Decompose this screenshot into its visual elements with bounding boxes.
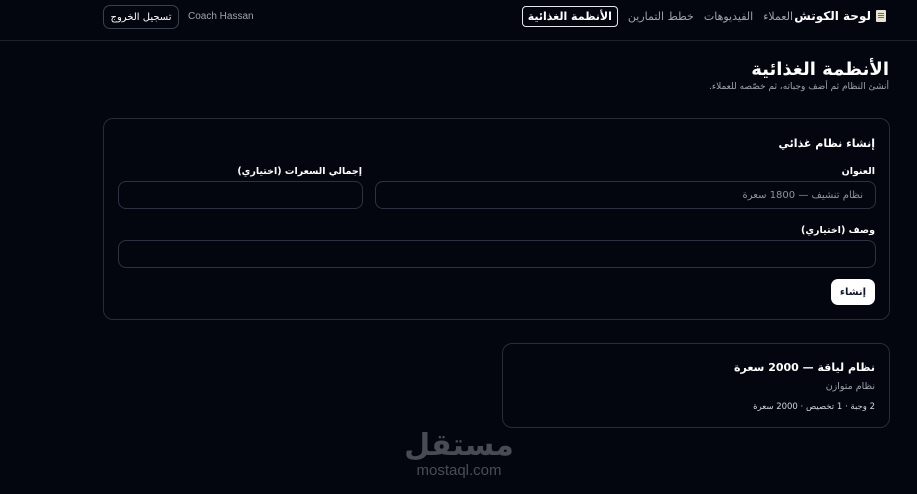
nav-item-workout-plans[interactable]: خطط التمارين [628, 7, 694, 26]
nav-item-diet-plans[interactable]: الأنظمة الغذائية [521, 6, 618, 27]
brand-title: لوحة الكوتش [794, 9, 871, 23]
title-input[interactable] [375, 181, 876, 209]
watermark-latin: mostaql.com [416, 462, 502, 479]
user-name: Coach Hassan [188, 11, 254, 22]
nav-item-clients[interactable]: العملاء [763, 7, 793, 26]
brand[interactable]: لوحة الكوتش [794, 9, 886, 23]
top-navbar: لوحة الكوتش العملاء الفيديوهات خطط التما… [0, 0, 917, 41]
form-heading: إنشاء نظام غذائي [778, 137, 875, 150]
watermark: مستقل mostaql.com [400, 430, 518, 486]
description-input[interactable] [118, 240, 876, 268]
create-diet-plan-card: إنشاء نظام غذائي العنوان إجمالي السعرات … [103, 118, 890, 320]
main-nav: العملاء الفيديوهات خطط التمارين الأنظمة … [521, 6, 793, 27]
page-title: الأنظمة الغذائية [751, 59, 889, 80]
calories-input[interactable] [118, 181, 363, 209]
plan-meta: 2 وجبة · 1 تخصيص · 2000 سعرة [753, 402, 875, 412]
page-subtitle: أنشئ النظام ثم أضف وجباته، ثم خصّصه للعم… [709, 82, 889, 92]
logout-button[interactable]: تسجيل الخروج [103, 5, 179, 29]
watermark-arabic: مستقل [404, 428, 514, 463]
nav-item-videos[interactable]: الفيديوهات [704, 7, 753, 26]
create-button[interactable]: إنشاء [831, 279, 875, 305]
diet-plan-card[interactable]: نظام لياقة — 2000 سعرة نظام متوازن 2 وجب… [502, 343, 890, 428]
clipboard-icon [876, 10, 886, 22]
title-label: العنوان [841, 166, 875, 177]
plan-description: نظام متوازن [825, 381, 875, 392]
plan-title: نظام لياقة — 2000 سعرة [734, 361, 875, 374]
description-label: وصف (اختياري) [801, 225, 875, 236]
calories-label: إجمالي السعرات (اختياري) [237, 166, 362, 177]
